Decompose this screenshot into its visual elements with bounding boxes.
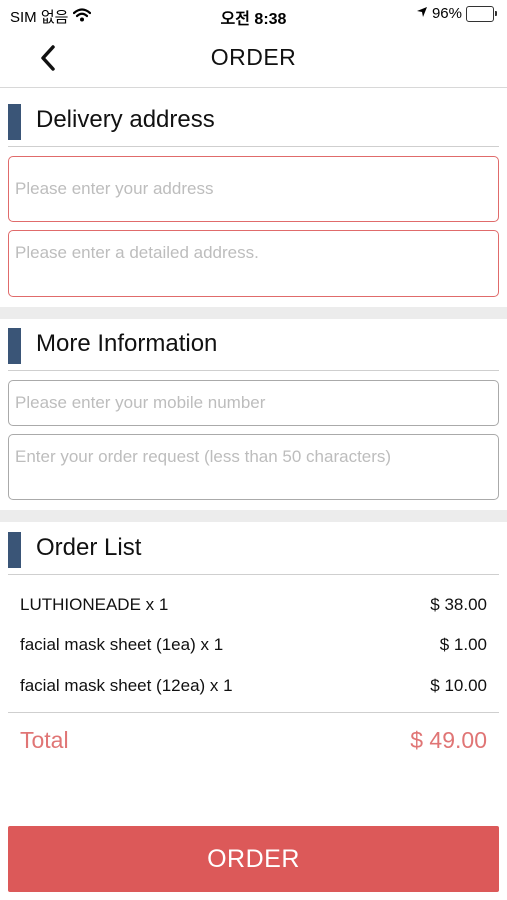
delivery-section-title: Delivery address	[36, 106, 215, 133]
total-row: Total $ 49.00	[20, 727, 487, 757]
order-button[interactable]: ORDER	[8, 826, 499, 892]
section-accent-bar	[8, 328, 21, 364]
order-request-input[interactable]	[8, 434, 499, 500]
total-label: Total	[20, 727, 69, 753]
mobile-number-input[interactable]	[8, 380, 499, 426]
list-item: facial mask sheet (1ea) x 1 $ 1.00	[20, 635, 487, 661]
more-info-section-title: More Information	[36, 330, 218, 357]
list-item: facial mask sheet (12ea) x 1 $ 10.00	[20, 676, 487, 702]
order-item-name: facial mask sheet (1ea) x 1	[20, 635, 224, 654]
order-item-name: facial mask sheet (12ea) x 1	[20, 676, 233, 695]
detailed-address-input[interactable]	[8, 230, 499, 297]
order-list-section-header: Order List	[8, 528, 499, 575]
delivery-section-header: Delivery address	[8, 100, 499, 147]
order-item-name: LUTHIONEADE x 1	[20, 595, 169, 614]
more-info-section-header: More Information	[8, 324, 499, 371]
section-accent-bar	[8, 104, 21, 140]
order-item-price: $ 38.00	[430, 595, 487, 614]
status-bar: SIM 없음 오전 8:38 96%	[0, 0, 507, 30]
page-title: ORDER	[210, 44, 297, 70]
battery-percent: 96%	[431, 5, 462, 22]
order-item-price: $ 1.00	[439, 635, 487, 654]
list-item: LUTHIONEADE x 1 $ 38.00	[20, 595, 487, 621]
total-value: $ 49.00	[410, 727, 487, 753]
status-right: 96%	[416, 5, 497, 22]
section-divider	[0, 510, 507, 522]
section-accent-bar	[8, 532, 21, 568]
section-divider	[0, 307, 507, 319]
total-divider	[8, 712, 499, 713]
order-item-price: $ 10.00	[430, 676, 487, 695]
address-input[interactable]	[8, 156, 499, 222]
battery-icon	[466, 5, 497, 22]
order-list-section-title: Order List	[36, 534, 142, 561]
location-arrow-icon	[416, 5, 428, 22]
app-header: ORDER	[0, 30, 507, 88]
